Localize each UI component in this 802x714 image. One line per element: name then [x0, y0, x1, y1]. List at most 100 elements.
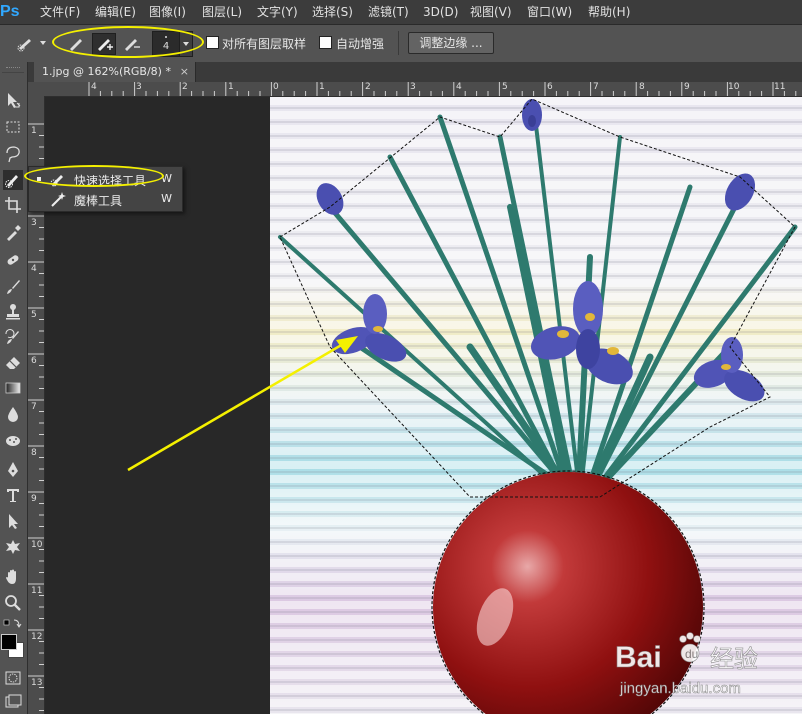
flyout-shortcut: W: [161, 192, 172, 205]
close-icon[interactable]: ×: [180, 62, 189, 82]
rect-marquee-icon: [6, 121, 20, 133]
gradient-icon: [5, 382, 21, 394]
menu-help[interactable]: 帮助(H): [588, 4, 630, 20]
marquee-tool[interactable]: [3, 117, 23, 137]
document-tab-title: 1.jpg @ 162%(RGB/8) *: [42, 65, 171, 78]
watermark-brand: Bai: [615, 641, 662, 674]
sample-all-layers-checkbox[interactable]: [206, 36, 219, 49]
ruler-origin[interactable]: [28, 82, 54, 97]
menu-bar: Ps 文件(F) 编辑(E) 图像(I) 图层(L) 文字(Y) 选择(S) 滤…: [0, 0, 802, 25]
auto-enhance-checkbox[interactable]: [319, 36, 332, 49]
gradient-tool[interactable]: [3, 378, 23, 398]
pen-tool[interactable]: [3, 460, 23, 480]
switch-colors-icon[interactable]: [2, 618, 22, 630]
quick-mask-button[interactable]: [3, 668, 23, 688]
eraser-tool[interactable]: [3, 352, 23, 372]
ruler-label: 8: [31, 448, 37, 458]
ruler-label: 12: [31, 632, 43, 642]
menu-layer[interactable]: 图层(L): [202, 4, 242, 20]
ruler-label: 11: [31, 586, 43, 596]
ruler-label: 6: [31, 356, 37, 366]
ruler-label: 3: [410, 82, 416, 92]
ruler-label: 4: [31, 264, 37, 274]
iris-vase-photo: Bai du 经验 jingyan.baidu.com: [270, 97, 802, 714]
ruler-label: 1: [319, 82, 325, 92]
menu-image[interactable]: 图像(I): [149, 4, 186, 20]
brush-icon: [7, 280, 20, 294]
photoshop-logo: Ps: [0, 3, 20, 20]
zoom-tool[interactable]: [3, 593, 23, 613]
horizontal-ruler[interactable]: 4 3 2 1 0 1 2 3 4 5 6 7 8 9 10 11: [53, 82, 802, 97]
watermark-site: jingyan.baidu.com: [619, 680, 741, 697]
screen-mode-button[interactable]: [3, 692, 23, 712]
menu-file[interactable]: 文件(F): [40, 4, 80, 20]
ruler-label: 3: [136, 82, 142, 92]
magic-wand-icon: [51, 192, 66, 207]
quick-selection-tool[interactable]: [3, 170, 23, 190]
shape-splat-icon: [6, 540, 20, 554]
toolbox-grip[interactable]: [2, 64, 24, 73]
menu-edit[interactable]: 编辑(E): [95, 4, 136, 20]
blur-tool[interactable]: [3, 404, 23, 424]
quick-selection-icon: [5, 175, 18, 188]
ruler-label: 4: [91, 82, 97, 92]
toolbox: [0, 62, 28, 714]
tool-preset-picker[interactable]: [14, 33, 38, 55]
auto-enhance-label: 自动增强: [336, 37, 385, 51]
foreground-color-swatch[interactable]: [1, 634, 17, 650]
ruler-label: 10: [728, 82, 740, 92]
eyedropper-icon: [7, 225, 21, 241]
menu-window[interactable]: 窗口(W): [527, 4, 572, 20]
eyedropper-tool[interactable]: [3, 222, 23, 242]
document-image[interactable]: Bai du 经验 jingyan.baidu.com: [270, 97, 802, 714]
options-divider: [398, 31, 399, 55]
type-tool[interactable]: [3, 485, 23, 505]
hand-tool[interactable]: [3, 567, 23, 587]
sponge-icon: [6, 436, 20, 446]
spot-healing-tool[interactable]: [3, 250, 23, 270]
history-brush-icon: [5, 329, 19, 344]
brush-tool[interactable]: [3, 277, 23, 297]
flyout-item-magic-wand[interactable]: 魔棒工具 W: [29, 189, 182, 209]
document-tab-strip: 1.jpg @ 162%(RGB/8) * ×: [28, 62, 802, 83]
ruler-label: 7: [593, 82, 599, 92]
lasso-tool[interactable]: [3, 144, 23, 164]
menu-view[interactable]: 视图(V): [470, 4, 512, 20]
custom-shape-tool[interactable]: [3, 537, 23, 557]
menu-select[interactable]: 选择(S): [312, 4, 353, 20]
screen-mode-icon: [5, 694, 22, 708]
document-tab[interactable]: 1.jpg @ 162%(RGB/8) * ×: [34, 62, 196, 82]
ruler-label: 6: [547, 82, 553, 92]
path-selection-tool[interactable]: [3, 511, 23, 531]
crop-tool[interactable]: [3, 195, 23, 215]
ruler-label: 9: [31, 494, 37, 504]
eraser-icon: [6, 357, 20, 369]
ruler-label: 2: [365, 82, 371, 92]
type-icon: [7, 489, 19, 502]
preset-dropdown-arrow-icon[interactable]: [40, 41, 46, 45]
menu-type[interactable]: 文字(Y): [257, 4, 298, 20]
quick-mask-icon: [5, 671, 21, 685]
ruler-label: 4: [456, 82, 462, 92]
ruler-label: 5: [31, 310, 37, 320]
move-tool[interactable]: [3, 90, 23, 110]
stamp-icon: [6, 304, 20, 320]
lasso-icon: [6, 146, 20, 163]
ruler-label: 9: [684, 82, 690, 92]
ruler-label: 11: [774, 82, 786, 92]
ruler-label: 10: [31, 540, 43, 550]
menu-3d[interactable]: 3D(D): [423, 4, 458, 20]
pen-icon: [8, 462, 18, 477]
history-brush-tool[interactable]: [3, 328, 23, 348]
quick-selection-preset-icon: [17, 39, 31, 52]
watermark-brand-cn: 经验: [710, 645, 758, 673]
refine-edge-button[interactable]: 调整边缘 ...: [408, 32, 494, 54]
ruler-label: 1: [228, 82, 234, 92]
ruler-label: 1: [31, 126, 37, 136]
clone-stamp-tool[interactable]: [3, 302, 23, 322]
crop-icon: [5, 197, 21, 213]
ruler-label: 8: [639, 82, 645, 92]
menu-filter[interactable]: 滤镜(T): [368, 4, 409, 20]
dodge-tool[interactable]: [3, 430, 23, 450]
ruler-label: 7: [31, 402, 37, 412]
